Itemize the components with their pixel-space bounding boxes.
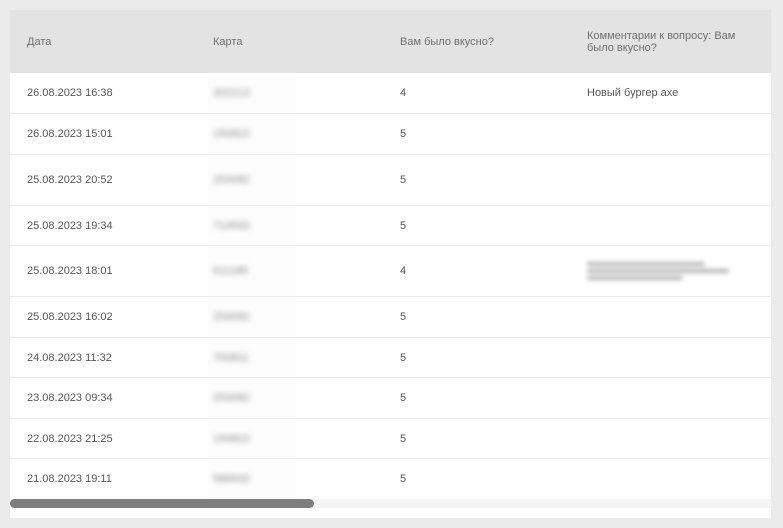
cell-date: 26.08.2023 15:01 (27, 128, 113, 140)
cell-comment-blurred (587, 246, 771, 296)
table-header: Дата Карта Вам было вкусно? Комментарии … (10, 10, 771, 73)
table-row[interactable]: 26.08.2023 15:01 150822 5 (10, 114, 771, 155)
table-row[interactable]: 22.08.2023 21:25 150822 5 (10, 419, 771, 459)
cell-tasty: 5 (400, 351, 407, 364)
reviews-table-panel: Дата Карта Вам было вкусно? Комментарии … (10, 10, 771, 518)
cell-tasty: 4 (400, 265, 407, 277)
cell-comment (587, 155, 771, 205)
cell-card-blurred: 253082 (213, 311, 250, 323)
cell-tasty: 5 (400, 473, 407, 485)
cell-comment (587, 378, 771, 418)
cell-card-blurred: 713592 (213, 219, 250, 232)
cell-card-blurred: 253082 (213, 174, 250, 186)
table-row[interactable]: 23.08.2023 09:34 253082 5 (10, 378, 771, 419)
cell-tasty: 5 (400, 128, 407, 140)
cell-date: 24.08.2023 11:32 (27, 351, 112, 364)
header-comment[interactable]: Комментарии к вопросу: Вам было вкусно? (587, 10, 747, 73)
reviews-table: Дата Карта Вам было вкусно? Комментарии … (10, 10, 771, 503)
cell-tasty: 5 (400, 174, 407, 186)
table-row[interactable]: 25.08.2023 16:02 253082 5 (10, 297, 771, 338)
cell-date: 25.08.2023 18:01 (27, 265, 113, 277)
cell-comment (587, 459, 771, 499)
table-row[interactable]: 24.08.2023 11:32 700811 5 (10, 338, 771, 378)
cell-comment (587, 338, 771, 377)
cell-card-blurred: 611185 (213, 265, 249, 277)
cell-date: 21.08.2023 19:11 (27, 473, 112, 485)
cell-comment (587, 297, 771, 337)
cell-card-blurred: 150822 (213, 128, 250, 140)
cell-tasty: 5 (400, 219, 407, 232)
cell-comment (587, 114, 771, 154)
cell-comment (587, 206, 771, 245)
cell-date: 26.08.2023 16:38 (27, 87, 113, 99)
table-row[interactable]: 25.08.2023 20:52 253082 5 (10, 155, 771, 206)
cell-tasty: 5 (400, 311, 407, 323)
cell-date: 25.08.2023 20:52 (27, 174, 113, 186)
table-row[interactable]: 26.08.2023 16:38 302213 4 Новый бургер а… (10, 73, 771, 114)
cell-date: 25.08.2023 19:34 (27, 219, 113, 232)
cell-tasty: 5 (400, 392, 407, 404)
header-tasty[interactable]: Вам было вкусно? (400, 10, 580, 73)
header-date[interactable]: Дата (27, 10, 207, 73)
cell-card-blurred: 150822 (213, 432, 250, 445)
header-card[interactable]: Карта (213, 10, 393, 73)
cell-tasty: 5 (400, 432, 407, 445)
redacted-comment (587, 262, 729, 280)
cell-card-blurred: 588932 (213, 473, 250, 485)
cell-card-blurred: 253082 (213, 392, 250, 404)
cell-comment (587, 419, 771, 458)
horizontal-scrollbar-thumb[interactable] (10, 499, 314, 508)
table-row[interactable]: 25.08.2023 18:01 611185 4 (10, 246, 771, 297)
table-row[interactable]: 21.08.2023 19:11 588932 5 (10, 459, 771, 499)
cell-date: 23.08.2023 09:34 (27, 392, 113, 404)
cell-card-blurred: 700811 (213, 351, 249, 364)
cell-date: 22.08.2023 21:25 (27, 432, 113, 445)
cell-comment: Новый бургер ахе (587, 87, 679, 99)
cell-tasty: 4 (400, 87, 407, 99)
table-row[interactable]: 25.08.2023 19:34 713592 5 (10, 206, 771, 246)
cell-card-blurred: 302213 (213, 87, 250, 99)
cell-date: 25.08.2023 16:02 (27, 311, 113, 323)
